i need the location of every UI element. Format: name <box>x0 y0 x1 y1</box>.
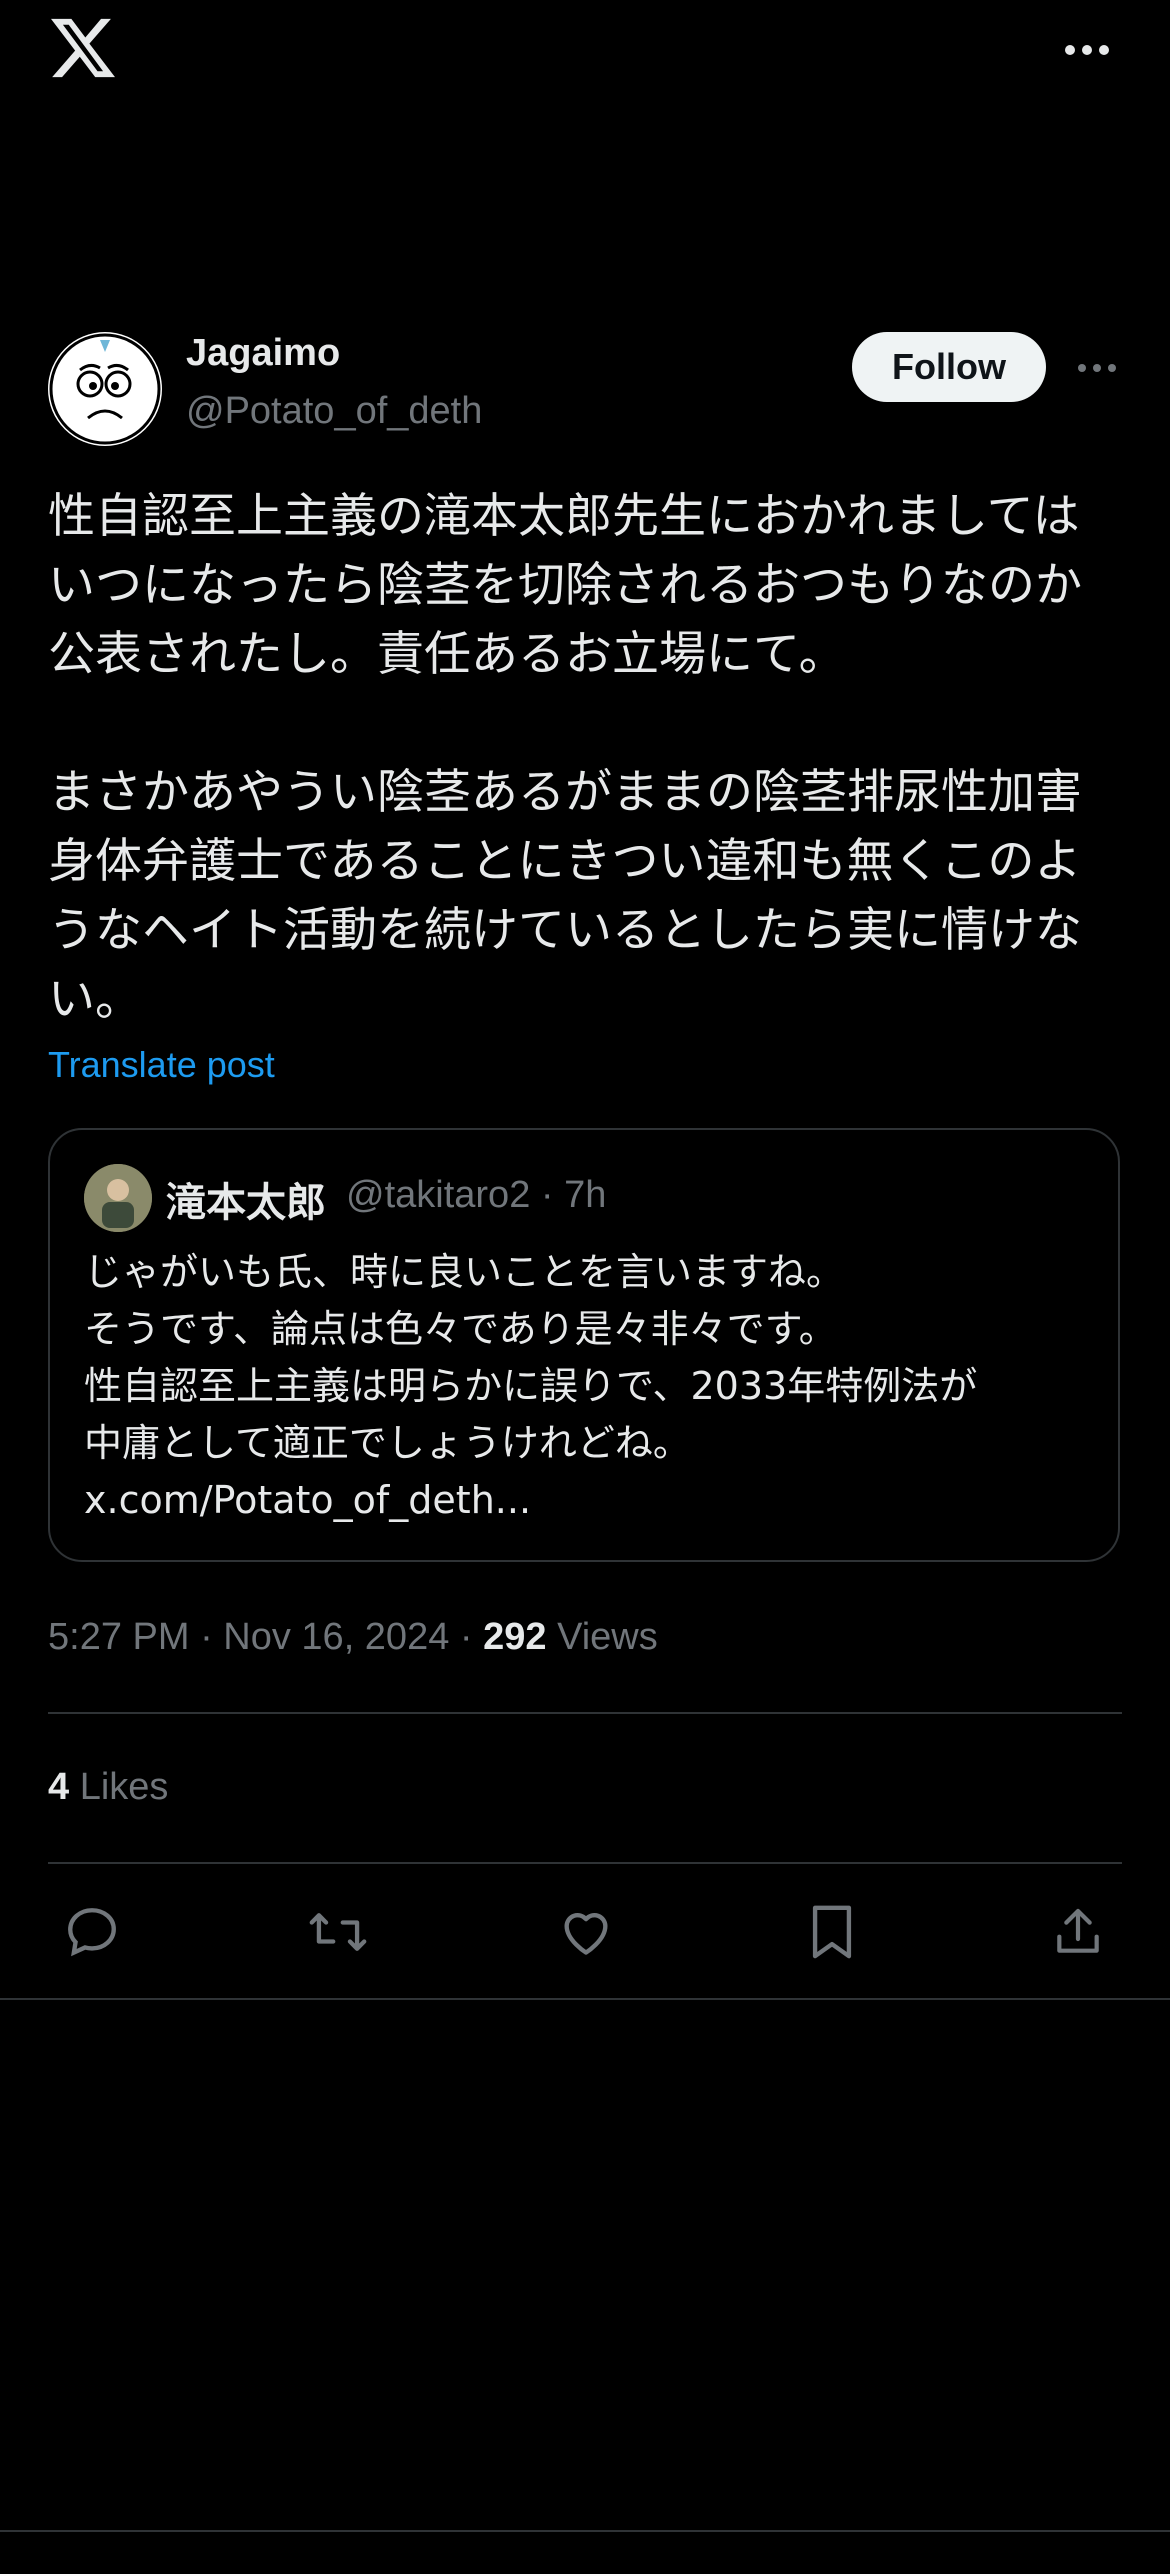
bookmark-icon[interactable] <box>800 1900 864 1964</box>
divider <box>48 1862 1122 1864</box>
likes-count: 4 <box>48 1766 70 1808</box>
x-logo-icon[interactable] <box>48 16 118 80</box>
views-count: 292 <box>483 1616 547 1658</box>
post-text: 性自認至上主義の滝本太郎先生におかれましては いつになったら陰茎を切除されるおつ… <box>48 489 1082 1027</box>
translate-post-link[interactable]: Translate post <box>48 1044 275 1086</box>
divider <box>0 2530 1170 2532</box>
more-horizontal-icon[interactable] <box>1062 30 1112 70</box>
post-timestamp: 5:27 PM · Nov 16, 2024 · <box>48 1616 484 1658</box>
post-timestamp-row: 5:27 PM · Nov 16, 2024 · 292 Views <box>48 1616 658 1659</box>
author-handle[interactable]: @Potato_of_deth <box>186 390 482 433</box>
quoted-author-meta: @takitaro2 · 7h <box>346 1174 607 1216</box>
likes-row[interactable]: 4 Likes <box>48 1766 168 1809</box>
reply-icon[interactable] <box>60 1900 124 1964</box>
views-label: Views <box>546 1616 658 1658</box>
share-icon[interactable] <box>1046 1900 1110 1964</box>
avatar[interactable] <box>48 332 162 446</box>
divider <box>48 1712 1122 1714</box>
likes-label: Likes <box>69 1766 169 1808</box>
author-name[interactable]: Jagaimo <box>186 332 340 375</box>
quoted-author-name: 滝本太郎 <box>166 1180 326 1226</box>
quoted-avatar <box>84 1164 152 1232</box>
repost-icon[interactable] <box>306 1900 370 1964</box>
quoted-post-text: じゃがいも氏、時に良いことを言いますね。 そうです、論点は色々であり是々非々です… <box>84 1250 978 1522</box>
like-icon[interactable] <box>554 1900 618 1964</box>
follow-button[interactable]: Follow <box>852 332 1046 402</box>
post-more-icon[interactable] <box>1072 350 1122 386</box>
divider <box>0 1998 1170 2000</box>
